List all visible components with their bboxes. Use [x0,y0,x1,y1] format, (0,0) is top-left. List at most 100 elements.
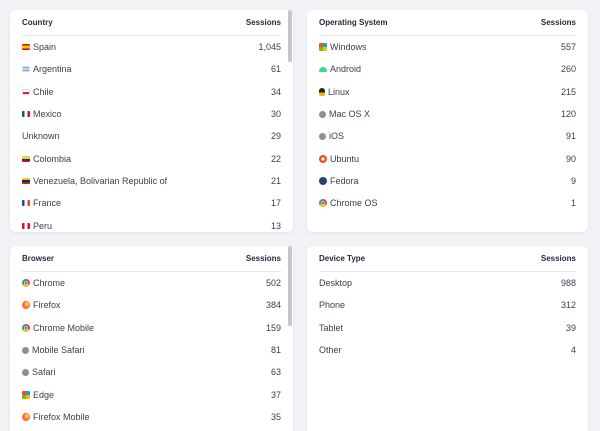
column-header-device[interactable]: Device Type [319,254,365,263]
list-item[interactable]: Safari 63 [22,361,281,383]
row-label: Desktop [319,278,353,289]
row-value: 260 [560,64,576,75]
flag-venezuela-icon [22,177,30,184]
list-item[interactable]: Tablet 39 [319,317,576,339]
list-item[interactable]: Android 260 [319,58,576,80]
row-value: 159 [265,322,281,333]
list-item[interactable]: Chrome Mobile 159 [22,317,281,339]
row-label: Android [330,64,362,75]
list-item[interactable]: Fedora 9 [319,170,576,192]
country-scrollbar[interactable] [288,10,292,62]
list-item[interactable]: Venezuela, Bolivarian Republic of 21 [22,170,281,192]
row-value: 120 [560,109,576,120]
row-value: 37 [270,389,281,400]
row-value: 39 [565,322,576,333]
device-card: Device Type Sessions Desktop 988 Phone 3… [307,246,588,431]
column-header-os[interactable]: Operating System [319,18,387,27]
row-label: Fedora [330,175,359,186]
column-header-browser[interactable]: Browser [22,254,54,263]
list-item[interactable]: iOS 91 [319,125,576,147]
row-label: Mexico [33,109,62,120]
firefox-icon [22,412,30,421]
row-value: 35 [270,411,281,422]
row-value: 17 [270,198,281,209]
country-card-header: Country Sessions [22,10,281,36]
list-item[interactable]: Mac OS X 120 [319,103,576,125]
list-item[interactable]: Mexico 30 [22,103,281,125]
list-item[interactable]: Colombia 22 [22,147,281,169]
list-item[interactable]: Chile 34 [22,81,281,103]
row-label: Linux [328,86,350,97]
row-label: Venezuela, Bolivarian Republic of [33,175,168,186]
row-label: Chrome Mobile [33,322,95,333]
chrome-icon [22,279,30,288]
row-value: 30 [270,109,281,120]
list-item[interactable]: Edge 37 [22,383,281,405]
list-item[interactable]: Firefox Mobile 35 [22,406,281,428]
row-label: France [33,198,62,209]
row-value: 29 [270,131,281,142]
list-item[interactable]: Ubuntu 90 [319,147,576,169]
row-value: 34 [270,86,281,97]
os-list: Windows 557 Android 260 Linux 215 Mac OS… [319,36,576,232]
row-value: 988 [560,278,576,289]
row-value: 21 [270,175,281,186]
browser-scrollbar[interactable] [288,246,292,326]
firefox-icon [22,301,30,310]
list-item[interactable]: Argentina 61 [22,58,281,80]
list-item[interactable]: Firefox 384 [22,294,281,316]
list-item[interactable]: Chrome OS 1 [319,192,576,214]
flag-chile-icon [22,88,30,95]
browser-card: Browser Sessions Chrome 502 Firefox 384 … [10,246,293,431]
row-label: Chrome OS [330,198,378,209]
row-value: 1,045 [258,42,281,53]
row-value: 4 [570,345,576,356]
list-item[interactable]: Mobile Safari 81 [22,339,281,361]
row-value: 90 [565,153,576,164]
row-value: 61 [270,64,281,75]
column-header-sessions[interactable]: Sessions [246,18,281,27]
edge-icon [22,390,30,399]
row-label: Firefox [33,300,61,311]
country-card: Country Sessions Spain 1,045 Argentina 6… [10,10,293,232]
row-label: Mobile Safari [32,345,85,356]
row-label: Mac OS X [329,109,371,120]
row-label: Chile [33,86,54,97]
chrome-icon [319,199,327,208]
flag-peru-icon [22,222,30,229]
list-item[interactable]: Linux 215 [319,81,576,103]
list-item[interactable]: Unknown 29 [22,125,281,147]
list-item[interactable]: Phone 312 [319,294,576,316]
row-label: Unknown [22,131,60,142]
list-item[interactable]: Windows 557 [319,36,576,58]
device-list: Desktop 988 Phone 312 Tablet 39 Other 4 [319,272,576,431]
column-header-sessions[interactable]: Sessions [541,18,576,27]
column-header-country[interactable]: Country [22,18,53,27]
list-item[interactable]: Spain 1,045 [22,36,281,58]
flag-mexico-icon [22,111,30,118]
row-label: Colombia [33,153,72,164]
row-label: Spain [33,42,57,53]
device-card-header: Device Type Sessions [319,246,576,272]
row-value: 22 [270,153,281,164]
column-header-sessions[interactable]: Sessions [541,254,576,263]
fedora-icon [319,176,327,185]
list-item[interactable]: Desktop 988 [319,272,576,294]
list-item[interactable]: Chrome 502 [22,272,281,294]
browser-card-header: Browser Sessions [22,246,281,272]
list-item[interactable]: Other 4 [319,339,576,361]
row-value: 502 [265,278,281,289]
column-header-sessions[interactable]: Sessions [246,254,281,263]
flag-france-icon [22,200,30,207]
row-value: 1 [570,198,576,209]
row-label: Edge [33,389,55,400]
apple-icon [319,132,326,140]
flag-spain-icon [22,44,30,51]
list-item[interactable]: Peru 13 [22,214,281,232]
row-label: Windows [330,42,367,53]
list-item[interactable]: France 17 [22,192,281,214]
row-value: 13 [270,220,281,231]
row-value: 312 [560,300,576,311]
row-label: iOS [329,131,345,142]
row-label: Argentina [33,64,72,75]
